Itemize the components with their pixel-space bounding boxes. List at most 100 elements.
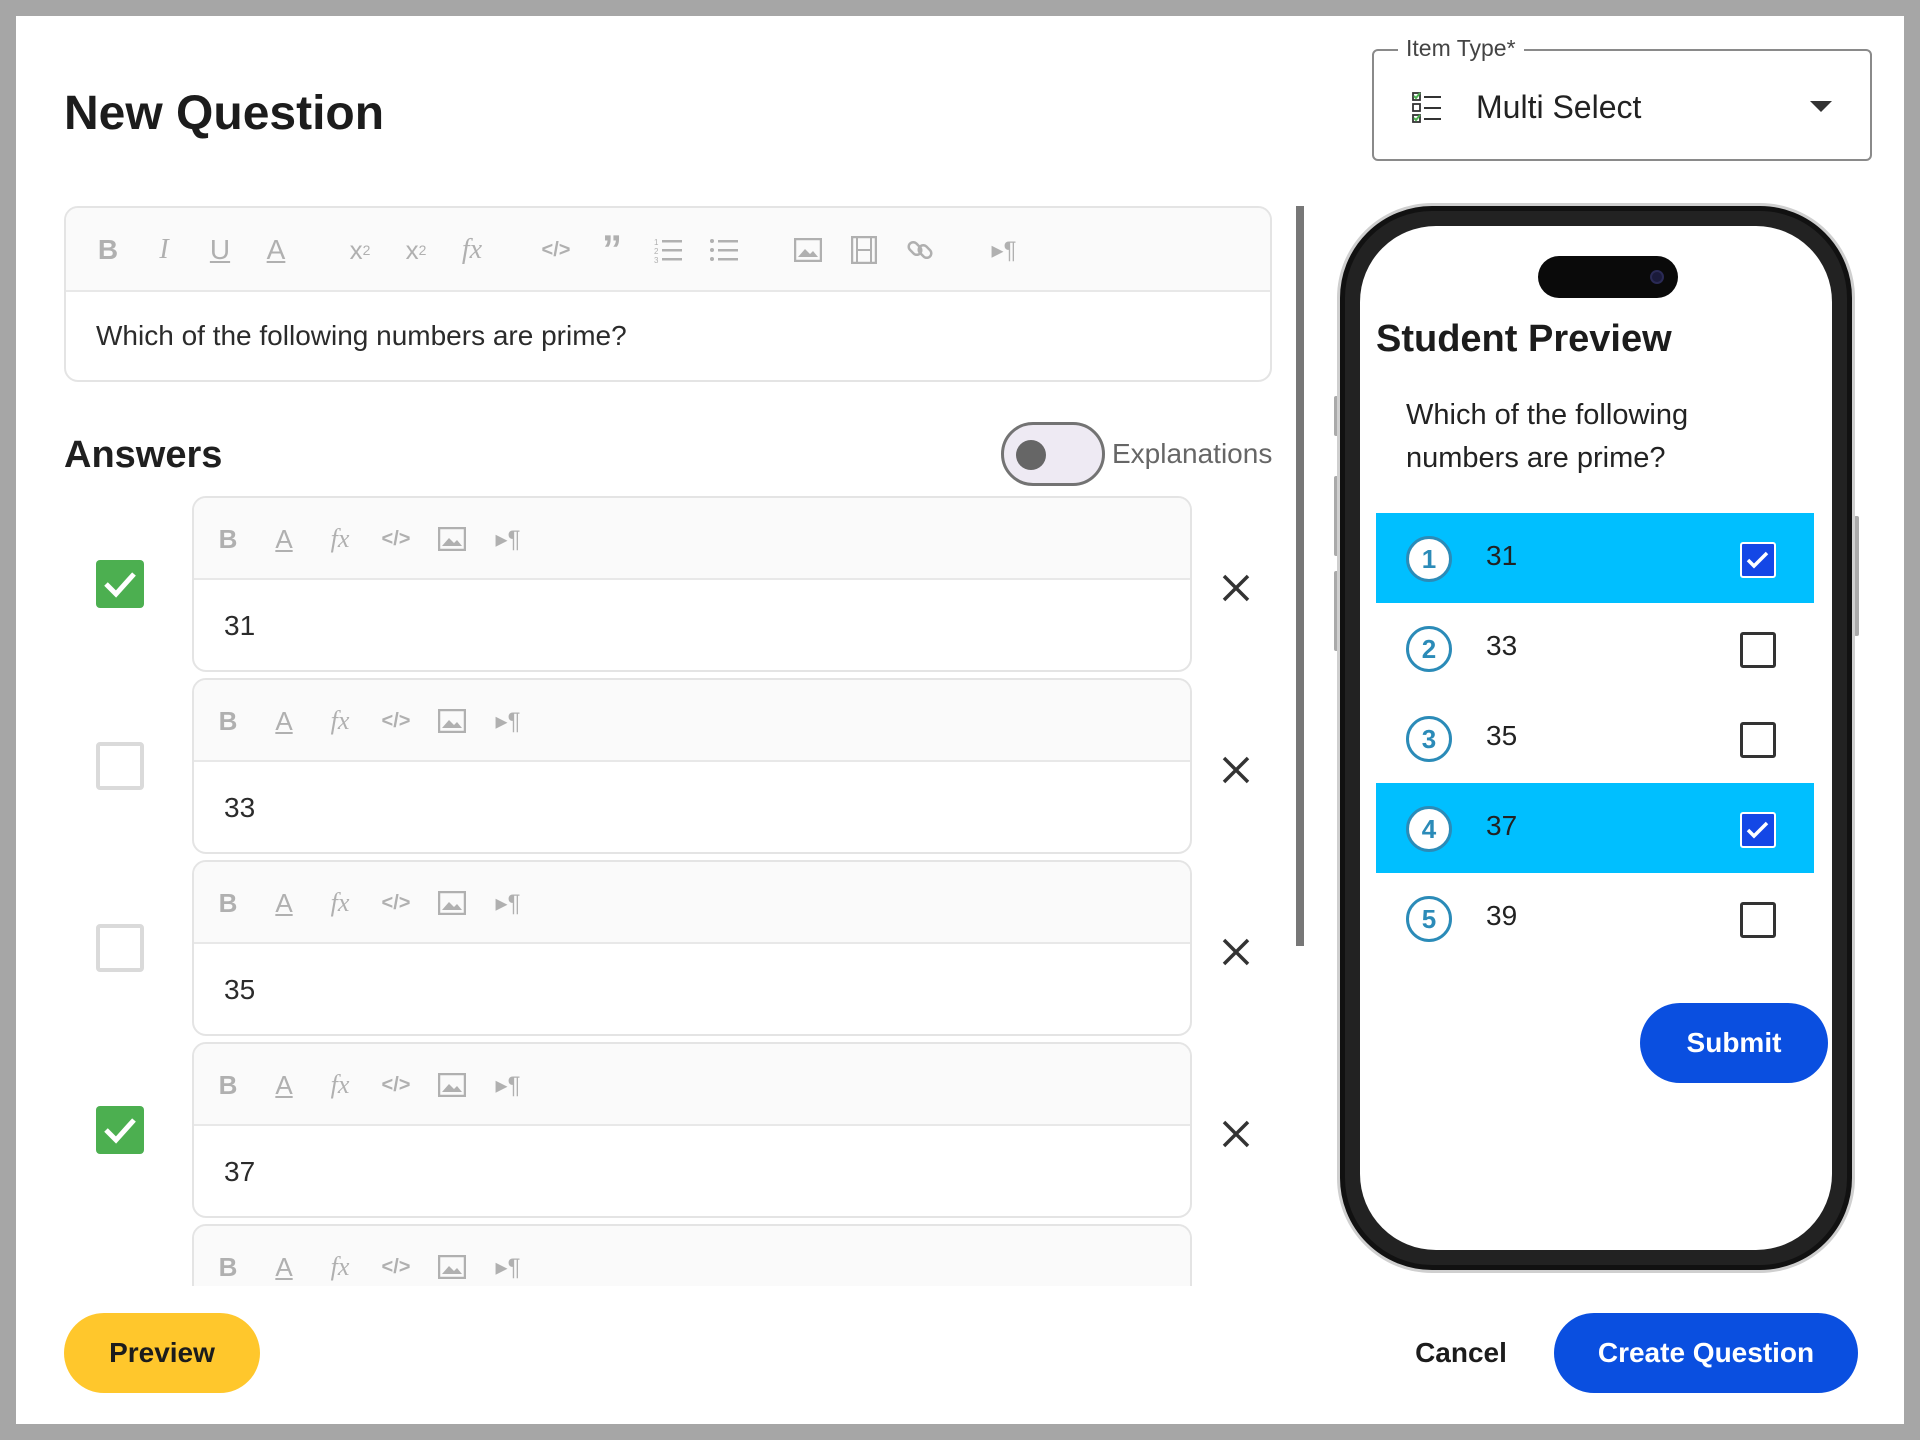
image-icon[interactable] <box>432 1044 472 1126</box>
option-checkbox[interactable] <box>1740 632 1776 668</box>
code-icon[interactable]: </> <box>376 498 416 580</box>
close-icon[interactable] <box>1216 568 1256 608</box>
create-question-button[interactable]: Create Question <box>1554 1313 1858 1393</box>
bold-icon[interactable]: B <box>208 862 248 944</box>
submit-button[interactable]: Submit <box>1640 1003 1828 1083</box>
answer-editor[interactable]: B A fx </> ▸¶ 35 <box>192 860 1192 1036</box>
formula-icon[interactable]: fx <box>452 208 492 292</box>
question-text[interactable]: Which of the following numbers are prime… <box>66 292 1270 380</box>
text-color-icon[interactable]: A <box>264 680 304 762</box>
preview-option[interactable]: 2 33 <box>1376 603 1814 693</box>
paragraph-direction-icon[interactable]: ▸¶ <box>488 498 528 580</box>
text-color-icon[interactable]: A <box>264 1044 304 1126</box>
phone-frame: Student Preview Which of the following n… <box>1340 206 1852 1270</box>
italic-icon[interactable]: I <box>144 208 184 292</box>
page-title: New Question <box>64 87 385 140</box>
image-icon[interactable] <box>432 862 472 944</box>
close-icon[interactable] <box>1216 932 1256 972</box>
option-label: 35 <box>1486 720 1518 751</box>
bold-icon[interactable]: B <box>208 1044 248 1126</box>
quote-icon[interactable]: ” <box>592 208 632 292</box>
multi-select-list-icon <box>1412 92 1441 123</box>
paragraph-direction-icon[interactable]: ▸¶ <box>488 862 528 944</box>
bullet-list-icon[interactable] <box>704 208 744 292</box>
formula-icon[interactable]: fx <box>320 1044 360 1126</box>
bold-icon[interactable]: B <box>208 1226 248 1286</box>
text-color-icon[interactable]: A <box>264 498 304 580</box>
list-item: B A fx </> ▸¶ 37 <box>64 1042 1294 1218</box>
correct-checkbox[interactable] <box>96 560 144 608</box>
chevron-down-icon[interactable] <box>1810 101 1832 112</box>
correct-checkbox[interactable] <box>96 742 144 790</box>
option-checkbox[interactable] <box>1740 722 1776 758</box>
formula-icon[interactable]: fx <box>320 680 360 762</box>
superscript-icon[interactable]: x2 <box>396 208 436 292</box>
answer-editor[interactable]: B A fx </> ▸¶ 33 <box>192 678 1192 854</box>
formula-icon[interactable]: fx <box>320 862 360 944</box>
item-type-value: Multi Select <box>1476 89 1642 125</box>
preview-button[interactable]: Preview <box>64 1313 260 1393</box>
preview-option[interactable]: 4 37 <box>1376 783 1814 873</box>
answer-text[interactable]: 33 <box>194 762 1190 852</box>
video-icon[interactable] <box>844 208 884 292</box>
correct-checkbox[interactable] <box>96 1106 144 1154</box>
paragraph-direction-icon[interactable]: ▸¶ <box>488 1044 528 1126</box>
preview-option[interactable]: 3 35 <box>1376 693 1814 783</box>
text-color-icon[interactable]: A <box>264 862 304 944</box>
paragraph-direction-icon[interactable]: ▸¶ <box>488 1226 528 1286</box>
option-checkbox[interactable] <box>1740 812 1776 848</box>
scrollbar[interactable] <box>1296 206 1304 946</box>
answer-editor[interactable]: B A fx </> ▸¶ 37 <box>192 1042 1192 1218</box>
text-color-icon[interactable]: A <box>264 1226 304 1286</box>
answer-text[interactable]: 35 <box>194 944 1190 1034</box>
answer-editor[interactable]: B A fx </> ▸¶ <box>192 1224 1192 1286</box>
paragraph-direction-icon[interactable]: ▸¶ <box>488 680 528 762</box>
code-icon[interactable]: </> <box>536 208 576 292</box>
list-item: B A fx </> ▸¶ 35 <box>64 860 1294 1036</box>
text-color-icon[interactable]: A <box>256 208 296 292</box>
checkmark-icon <box>1746 821 1769 839</box>
code-icon[interactable]: </> <box>376 680 416 762</box>
checkmark-icon <box>104 572 136 598</box>
bold-icon[interactable]: B <box>88 208 128 292</box>
phone-side-button <box>1854 516 1859 636</box>
answer-text[interactable]: 31 <box>194 580 1190 670</box>
option-checkbox[interactable] <box>1740 902 1776 938</box>
image-icon[interactable] <box>788 208 828 292</box>
bold-icon[interactable]: B <box>208 498 248 580</box>
formula-icon[interactable]: fx <box>320 1226 360 1286</box>
phone-side-button <box>1334 476 1339 556</box>
item-type-select[interactable]: Item Type* Multi Select <box>1372 35 1872 161</box>
option-number-badge: 5 <box>1406 896 1452 942</box>
answer-text[interactable]: 37 <box>194 1126 1190 1216</box>
image-icon[interactable] <box>432 680 472 762</box>
item-type-legend: Item Type* <box>1398 35 1524 62</box>
question-editor[interactable]: B I U A x2 x2 fx </> ” 123 ▸¶ Which of t… <box>64 206 1272 382</box>
link-icon[interactable] <box>900 208 940 292</box>
option-label: 37 <box>1486 810 1518 841</box>
close-icon[interactable] <box>1216 750 1256 790</box>
student-preview-screen: Student Preview Which of the following n… <box>1360 226 1832 1250</box>
explanations-toggle[interactable] <box>1001 422 1105 486</box>
formula-icon[interactable]: fx <box>320 498 360 580</box>
underline-icon[interactable]: U <box>200 208 240 292</box>
code-icon[interactable]: </> <box>376 1044 416 1126</box>
close-icon[interactable] <box>1216 1114 1256 1154</box>
option-number-badge: 4 <box>1406 806 1452 852</box>
preview-option[interactable]: 1 31 <box>1376 513 1814 603</box>
checkmark-icon <box>1746 551 1769 569</box>
code-icon[interactable]: </> <box>376 1226 416 1286</box>
image-icon[interactable] <box>432 1226 472 1286</box>
correct-checkbox[interactable] <box>96 924 144 972</box>
ordered-list-icon[interactable]: 123 <box>648 208 688 292</box>
image-icon[interactable] <box>432 498 472 580</box>
subscript-icon[interactable]: x2 <box>340 208 380 292</box>
cancel-button[interactable]: Cancel <box>1406 1326 1516 1380</box>
svg-text:3: 3 <box>654 256 659 263</box>
preview-option[interactable]: 5 39 <box>1376 873 1814 963</box>
code-icon[interactable]: </> <box>376 862 416 944</box>
paragraph-direction-icon[interactable]: ▸¶ <box>984 208 1024 292</box>
option-checkbox[interactable] <box>1740 542 1776 578</box>
answer-editor[interactable]: B A fx </> ▸¶ 31 <box>192 496 1192 672</box>
bold-icon[interactable]: B <box>208 680 248 762</box>
